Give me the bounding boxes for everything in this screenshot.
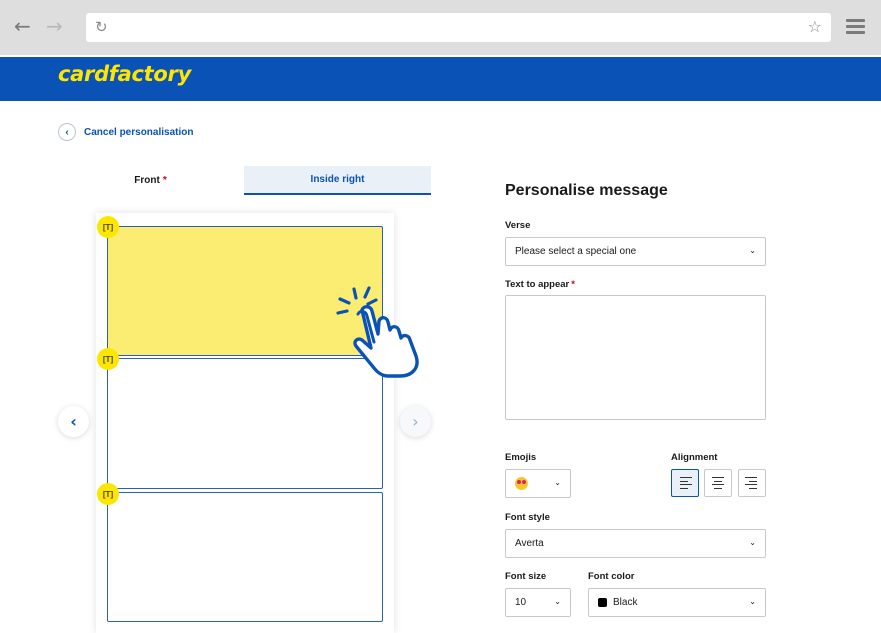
text-tool-icon[interactable]: [T]: [97, 216, 119, 238]
font-color-select[interactable]: Black ⌄: [588, 588, 766, 617]
reload-icon[interactable]: ↻: [95, 18, 108, 36]
forward-arrow-icon[interactable]: →: [46, 16, 63, 36]
font-style-label: Font style: [505, 512, 550, 523]
cancel-personalisation-link[interactable]: ‹ Cancel personalisation: [58, 123, 193, 141]
chevron-left-icon: ‹: [58, 123, 76, 141]
align-center-button[interactable]: [704, 469, 732, 497]
next-page-button[interactable]: ›: [400, 406, 431, 437]
chevron-down-icon: ⌄: [554, 478, 561, 487]
tab-front[interactable]: Front *: [57, 166, 244, 195]
verse-label: Verse: [505, 220, 531, 231]
chevron-down-icon: ⌄: [554, 597, 561, 606]
chevron-down-icon: ⌄: [749, 246, 756, 255]
required-marker: *: [571, 279, 575, 290]
emoji-select[interactable]: ⌄: [505, 469, 571, 498]
font-color-value: Black: [613, 597, 638, 608]
font-size-select[interactable]: 10 ⌄: [505, 588, 571, 617]
browser-toolbar: ← → ↻ ☆: [0, 0, 881, 55]
verse-select[interactable]: Please select a special one ⌄: [505, 237, 766, 266]
font-style-value: Averta: [515, 538, 544, 549]
heart-eyes-emoji-icon: [515, 477, 528, 490]
align-left-button[interactable]: [671, 469, 699, 497]
text-to-appear-label-text: Text to appear: [505, 279, 570, 290]
text-field-box-3[interactable]: [107, 492, 383, 622]
text-tool-icon[interactable]: [T]: [97, 348, 119, 370]
font-size-value: 10: [515, 597, 527, 608]
alignment-label: Alignment: [671, 452, 718, 463]
tab-inside-right-label: Inside right: [310, 174, 365, 185]
tab-inside-right[interactable]: Inside right: [244, 166, 431, 195]
align-right-button[interactable]: [738, 469, 766, 497]
chevron-down-icon: ⌄: [749, 597, 756, 606]
text-to-appear-input[interactable]: [505, 295, 766, 420]
font-color-label: Font color: [588, 571, 635, 582]
cardfactory-logo[interactable]: cardfactory: [58, 62, 191, 86]
color-swatch: [598, 598, 607, 607]
address-bar[interactable]: ↻ ☆: [86, 13, 831, 42]
bookmark-star-icon[interactable]: ☆: [808, 17, 822, 36]
text-to-appear-label: Text to appear *: [505, 279, 575, 290]
emojis-label: Emojis: [505, 452, 537, 463]
required-marker: *: [162, 175, 167, 186]
cancel-personalisation-label: Cancel personalisation: [84, 126, 194, 138]
browser-menu-icon[interactable]: [846, 19, 865, 34]
form-title: Personalise message: [505, 182, 668, 199]
font-style-select[interactable]: Averta ⌄: [505, 529, 766, 558]
chevron-down-icon: ⌄: [749, 538, 756, 547]
font-size-label: Font size: [505, 571, 547, 582]
tab-front-label: Front: [134, 175, 160, 186]
previous-page-button[interactable]: ‹: [58, 406, 89, 437]
back-arrow-icon[interactable]: ←: [14, 16, 31, 36]
tap-hand-icon: [336, 286, 419, 378]
verse-value: Please select a special one: [515, 246, 637, 257]
text-tool-icon[interactable]: [T]: [97, 483, 119, 505]
